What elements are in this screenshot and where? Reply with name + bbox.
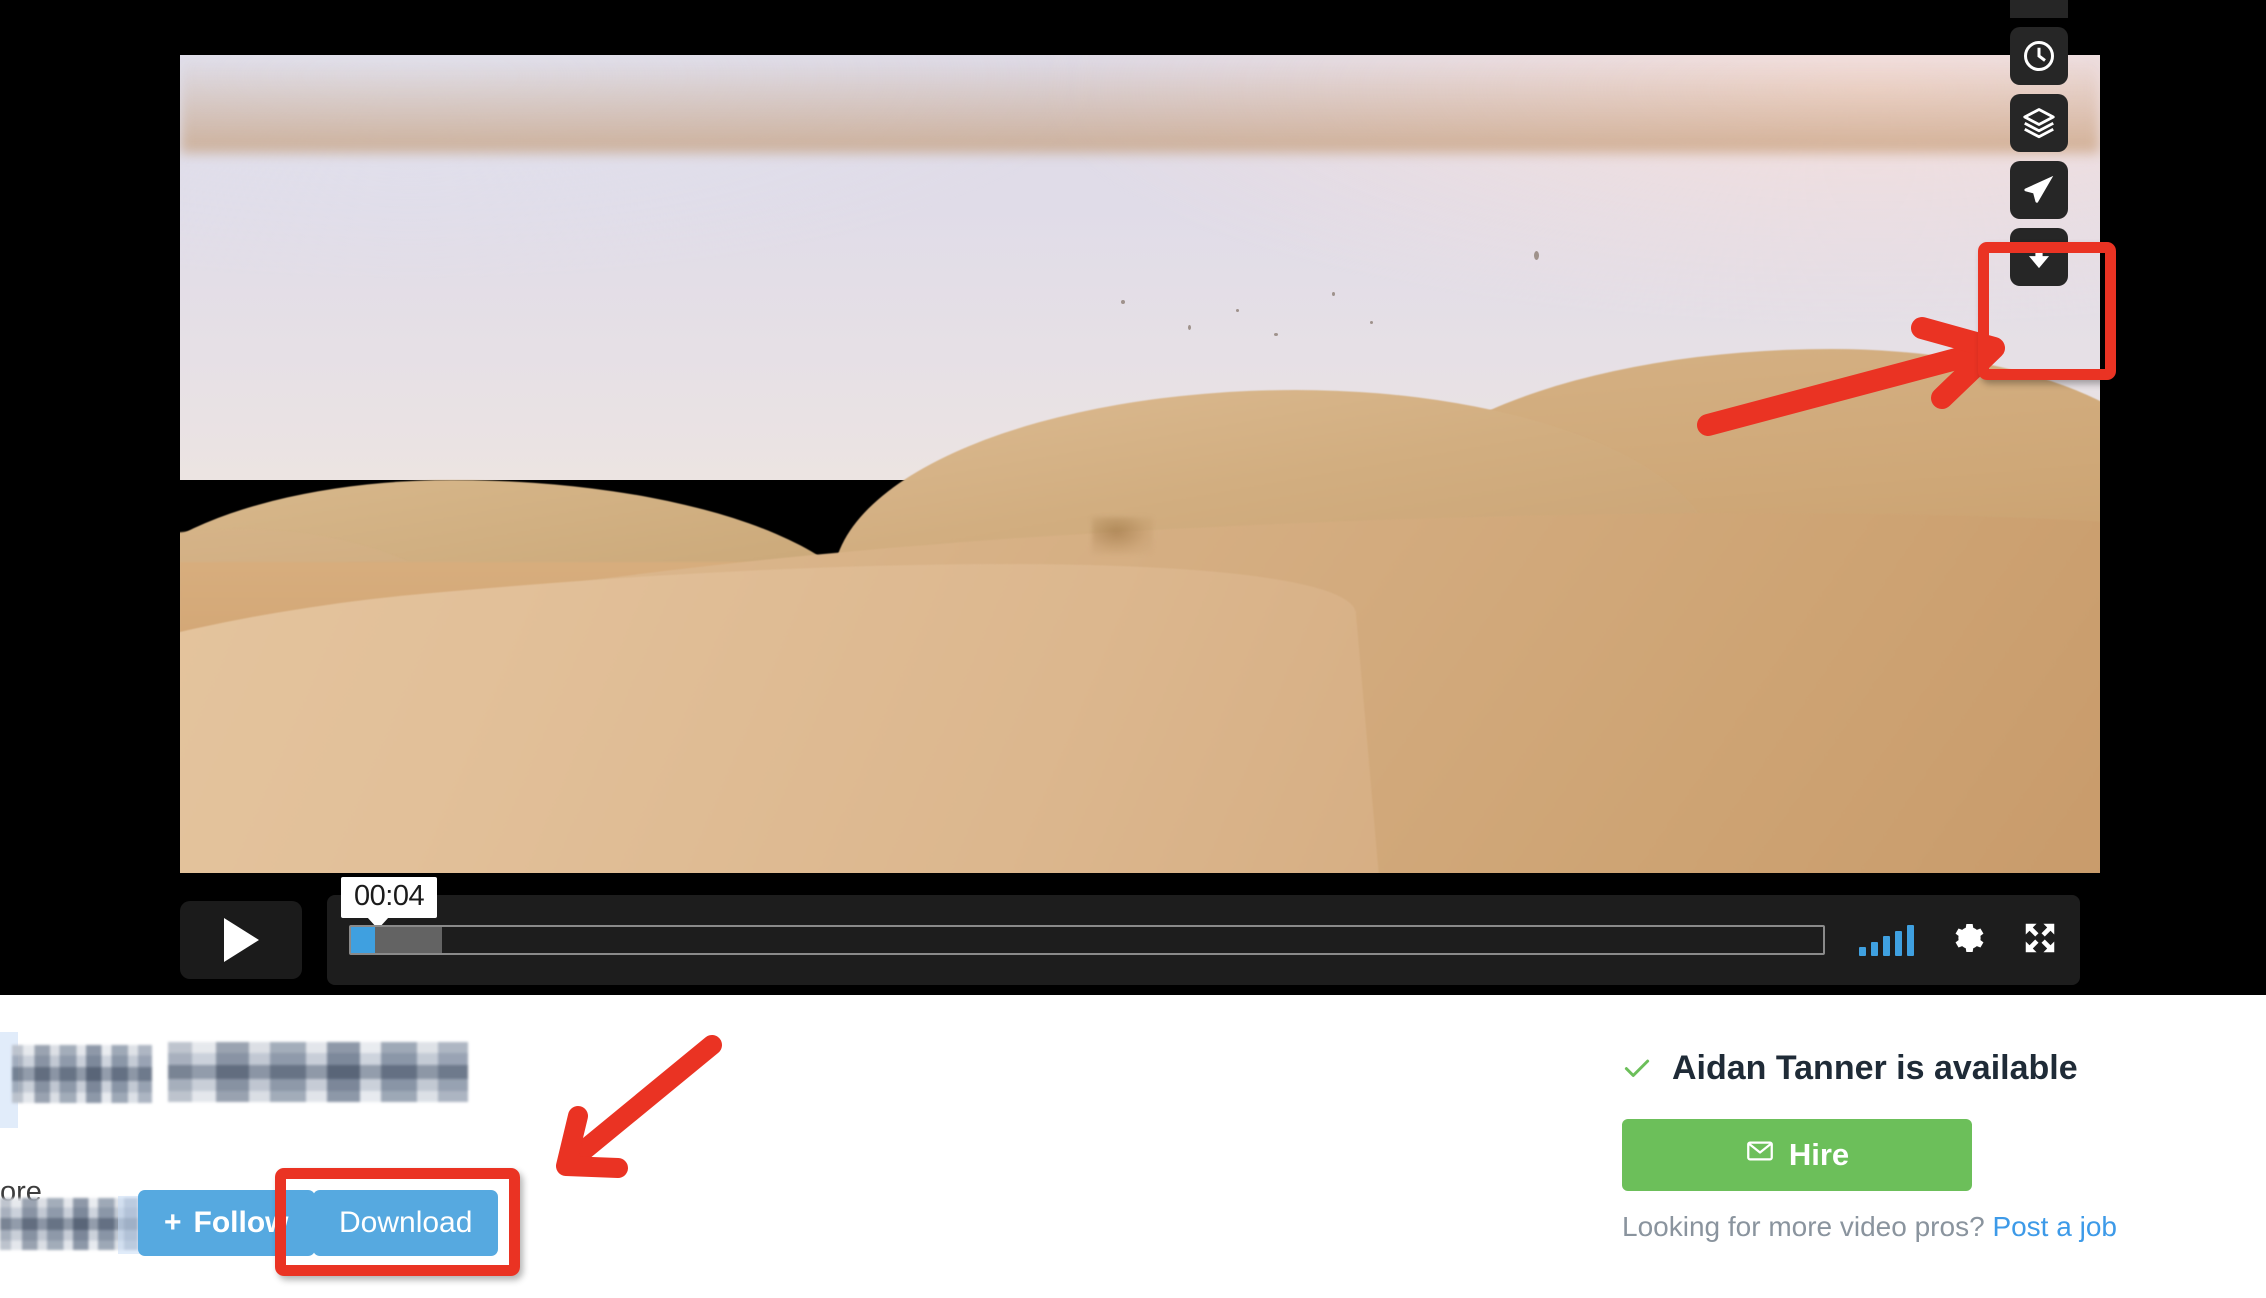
current-time-tooltip: 00:04	[341, 877, 438, 929]
control-right-group	[1859, 920, 2058, 961]
seek-bar[interactable]	[349, 925, 1825, 955]
control-panel: 00:04	[327, 877, 2080, 985]
app-screenshot: 00:04 Aidan Tanner is available Hire Loo…	[0, 0, 2266, 1298]
sand-speck	[1236, 308, 1239, 312]
seek-played-range	[351, 927, 375, 953]
video-player-area: 00:04	[0, 0, 2266, 995]
clock-icon	[2021, 38, 2057, 74]
layers-icon	[2021, 105, 2057, 141]
check-icon	[1622, 1053, 1652, 1083]
seek-bar-wrapper: 00:04	[341, 877, 1825, 962]
availability-panel: Aidan Tanner is available Hire Looking f…	[1600, 995, 2266, 1298]
play-button[interactable]	[180, 901, 302, 979]
redacted-title-part-2	[168, 1042, 468, 1102]
volume-bar	[1859, 947, 1866, 956]
looking-prefix-text: Looking for more video pros?	[1622, 1211, 1985, 1242]
plus-icon: +	[164, 1206, 182, 1239]
download-button-highlight-box	[275, 1168, 520, 1276]
video-control-bar: 00:04	[180, 877, 2080, 985]
send-icon	[2021, 172, 2057, 208]
stack-partial-button[interactable]	[2010, 0, 2068, 18]
volume-level-icon[interactable]	[1859, 924, 1914, 956]
layers-icon-button[interactable]	[2010, 94, 2068, 152]
redacted-title-part-1	[12, 1045, 152, 1103]
play-icon	[218, 915, 264, 965]
hire-button[interactable]: Hire	[1622, 1119, 1972, 1191]
volume-bar	[1907, 925, 1914, 956]
dune-bottom-warm-wash	[180, 55, 2100, 154]
sand-speck	[1188, 324, 1191, 330]
volume-bar	[1871, 941, 1878, 956]
availability-row: Aidan Tanner is available	[1622, 1051, 2078, 1085]
download-icon-highlight-box	[1978, 242, 2116, 380]
volume-bar	[1883, 936, 1890, 956]
fullscreen-icon[interactable]	[2022, 920, 2058, 961]
hire-button-label: Hire	[1788, 1137, 1850, 1172]
sand-speck	[1533, 251, 1539, 261]
clock-icon-button[interactable]	[2010, 27, 2068, 85]
availability-text: Aidan Tanner is available	[1672, 1049, 2078, 1087]
post-a-job-link[interactable]: Post a job	[1992, 1211, 2117, 1242]
sand-grain-patch	[1092, 517, 1154, 554]
send-icon-button[interactable]	[2010, 161, 2068, 219]
settings-gear-icon[interactable]	[1950, 920, 1986, 961]
post-a-job-row: Looking for more video pros? Post a job	[1622, 1211, 2117, 1243]
volume-bar	[1895, 930, 1902, 956]
arrow-to-download-button	[556, 1035, 722, 1178]
envelope-icon	[1745, 1136, 1775, 1174]
